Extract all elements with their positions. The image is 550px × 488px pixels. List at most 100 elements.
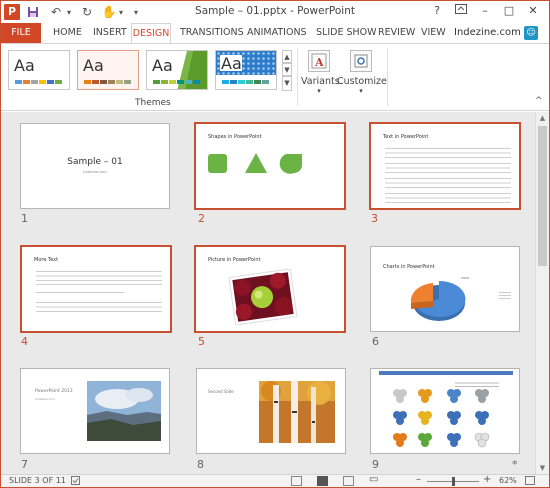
ribbon-tabs: FILE HOME INSERT DESIGN TRANSITIONS ANIM… bbox=[1, 23, 549, 44]
fit-to-window-icon[interactable] bbox=[525, 476, 535, 485]
text-block bbox=[36, 269, 162, 285]
theme-preview-text: Aa bbox=[152, 56, 173, 75]
slide-body-text bbox=[36, 269, 162, 313]
reading-view-icon[interactable] bbox=[343, 476, 354, 486]
customize-qat-icon[interactable]: ▾ bbox=[131, 4, 141, 20]
status-bar: SLIDE 3 OF 11 ▭ – + 62% bbox=[1, 474, 549, 487]
slide-title: More Text bbox=[34, 257, 59, 263]
slide-thumbnail-3[interactable]: Text in PowerPoint bbox=[369, 122, 521, 210]
minimize-icon[interactable]: – bbox=[475, 3, 495, 19]
slide-number: 2 bbox=[198, 212, 205, 225]
slide-number: 5 bbox=[198, 335, 205, 348]
slide-number: 4 bbox=[21, 335, 28, 348]
scroll-thumb[interactable] bbox=[538, 126, 547, 266]
text-block bbox=[385, 146, 511, 158]
svg-text:A: A bbox=[314, 56, 324, 69]
customize-button[interactable]: Customize ▾ bbox=[337, 46, 387, 104]
help-icon[interactable]: ? bbox=[427, 3, 447, 19]
tab-animations[interactable]: ANIMATIONS bbox=[247, 23, 307, 43]
theme-preview-text: Aa bbox=[83, 56, 104, 75]
spelling-check-icon[interactable] bbox=[71, 476, 80, 485]
header-band bbox=[379, 371, 513, 375]
theme-preview-text: Aa bbox=[14, 56, 35, 75]
slide-thumbnail-2[interactable]: Shapes in PowerPoint bbox=[194, 122, 346, 210]
slide-thumbnail-6[interactable]: Charts in PowerPoint bbox=[370, 246, 520, 332]
slide-sorter-view-icon[interactable] bbox=[317, 476, 328, 486]
zoom-level[interactable]: 62% bbox=[499, 476, 517, 485]
scroll-down-arrow-icon[interactable]: ▼ bbox=[536, 462, 549, 474]
tab-transitions[interactable]: TRANSITIONS bbox=[180, 23, 244, 43]
slide-thumbnail-7[interactable]: PowerPoint 2013 Indezine.com bbox=[20, 368, 170, 454]
undo-icon[interactable]: ↶ bbox=[47, 4, 65, 20]
slide-thumbnail-4[interactable]: More Text bbox=[20, 245, 172, 333]
apples-photo bbox=[228, 269, 298, 325]
group-separator bbox=[297, 48, 298, 106]
slide-sorter: Sample – 01 Indezine.com 1 Shapes in Pow… bbox=[1, 112, 549, 474]
theme-color-swatches bbox=[153, 80, 200, 84]
tab-insert[interactable]: INSERT bbox=[93, 23, 127, 43]
slide-thumbnail-9[interactable] bbox=[370, 368, 520, 454]
tab-view[interactable]: VIEW bbox=[421, 23, 446, 43]
customize-label: Customize bbox=[337, 76, 387, 87]
theme-facet[interactable]: Aa bbox=[77, 50, 139, 90]
slide-title: Sample – 01 bbox=[67, 157, 123, 167]
slide-title: Second Slide bbox=[208, 389, 234, 394]
theme-blue-pattern[interactable]: Aa bbox=[215, 50, 277, 90]
title-bar: P ↶ ▾ ↻ ✋ ▾ ▾ Sample – 01.pptx - PowerPo… bbox=[1, 1, 549, 23]
gallery-more-button[interactable]: ▼ bbox=[282, 76, 292, 91]
save-icon[interactable] bbox=[25, 4, 41, 20]
canyon-photo bbox=[87, 381, 161, 441]
slide-thumbnail-5[interactable]: Picture in PowerPoint bbox=[194, 245, 346, 333]
slide-show-view-icon[interactable]: ▭ bbox=[369, 474, 378, 485]
variants-button[interactable]: A Variants ▾ bbox=[301, 46, 340, 104]
design-ribbon: Aa Aa Aa Aa ▲ ▼ ▼ Themes A Variants ▾ Cu… bbox=[1, 43, 549, 111]
normal-view-icon[interactable] bbox=[291, 476, 302, 486]
close-icon[interactable]: ✕ bbox=[523, 3, 543, 19]
tab-review[interactable]: REVIEW bbox=[378, 23, 415, 43]
zoom-slider-knob[interactable] bbox=[452, 477, 455, 486]
pie-chart-graphic bbox=[410, 277, 469, 321]
powerpoint-window: P ↶ ▾ ↻ ✋ ▾ ▾ Sample – 01.pptx - PowerPo… bbox=[0, 0, 550, 488]
text-block bbox=[385, 191, 511, 203]
tab-file[interactable]: FILE bbox=[1, 23, 41, 43]
themes-group-label: Themes bbox=[135, 98, 171, 108]
vertical-scrollbar[interactable]: ▲ ▼ bbox=[535, 112, 549, 474]
slide-subtitle: Indezine.com bbox=[35, 397, 56, 401]
tab-home[interactable]: HOME bbox=[53, 23, 82, 43]
ribbon-display-options-icon[interactable] bbox=[451, 3, 471, 19]
slide-title: Picture in PowerPoint bbox=[208, 257, 261, 263]
slide-thumbnail-1[interactable]: Sample – 01 Indezine.com bbox=[20, 123, 170, 209]
tab-design[interactable]: DESIGN bbox=[131, 23, 171, 44]
clover-icons-graphic bbox=[393, 389, 490, 448]
green-shapes-graphic bbox=[208, 153, 302, 174]
user-account-name[interactable]: Indezine.com bbox=[454, 23, 521, 43]
slide-count-label[interactable]: SLIDE 3 OF 11 bbox=[9, 476, 66, 485]
touch-mode-icon[interactable]: ✋ bbox=[101, 4, 117, 20]
slide-animation-icon: * bbox=[512, 458, 518, 471]
touch-dropdown-icon[interactable]: ▾ bbox=[117, 4, 125, 20]
text-block bbox=[36, 300, 162, 313]
text-block bbox=[385, 176, 511, 188]
theme-color-swatches bbox=[222, 80, 269, 84]
slide-number: 7 bbox=[21, 458, 28, 471]
zoom-out-icon[interactable]: – bbox=[416, 474, 421, 485]
powerpoint-logo-icon[interactable]: P bbox=[4, 4, 20, 20]
undo-dropdown-icon[interactable]: ▾ bbox=[65, 4, 73, 20]
theme-green[interactable]: Aa bbox=[146, 50, 208, 90]
redo-icon[interactable]: ↻ bbox=[79, 4, 95, 20]
slide-number: 1 bbox=[21, 212, 28, 225]
theme-office[interactable]: Aa bbox=[8, 50, 70, 90]
zoom-in-icon[interactable]: + bbox=[483, 474, 491, 485]
maximize-icon[interactable]: □ bbox=[499, 3, 519, 19]
collapse-ribbon-icon[interactable]: ^ bbox=[535, 96, 543, 106]
slide-body-text bbox=[385, 146, 511, 203]
user-avatar-icon[interactable]: ☺ bbox=[524, 26, 538, 40]
birch-trees-photo bbox=[259, 381, 335, 443]
scroll-up-arrow-icon[interactable]: ▲ bbox=[536, 112, 549, 124]
gallery-scroll-down[interactable]: ▼ bbox=[282, 63, 292, 76]
group-separator bbox=[387, 48, 388, 106]
theme-preview-text: Aa bbox=[221, 54, 242, 73]
slide-thumbnail-8[interactable]: Second Slide bbox=[196, 368, 346, 454]
tab-slide-show[interactable]: SLIDE SHOW bbox=[316, 23, 377, 43]
gallery-scroll-up[interactable]: ▲ bbox=[282, 50, 292, 63]
